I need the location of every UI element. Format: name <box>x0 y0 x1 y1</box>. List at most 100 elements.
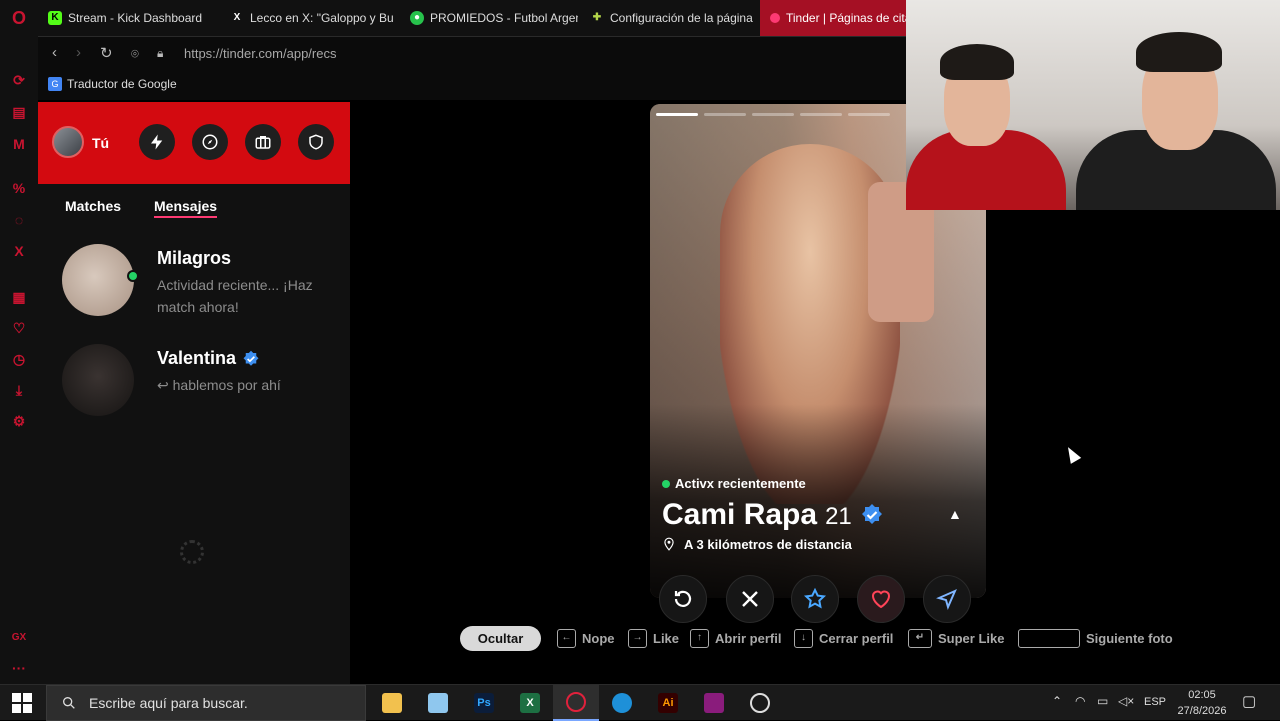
hint-label: Siguiente foto <box>1086 631 1173 646</box>
heart-icon[interactable]: ♡ <box>9 318 29 338</box>
bookmark-translate[interactable]: G Traductor de Google <box>48 77 177 91</box>
rewind-button[interactable] <box>659 575 707 623</box>
my-profile-label[interactable]: Tú <box>92 135 109 151</box>
super-like-button[interactable] <box>791 575 839 623</box>
messenger-icon[interactable]: M <box>9 134 29 154</box>
x-icon[interactable]: X <box>9 241 29 261</box>
arrow-down-key-icon: ↓ <box>794 629 813 648</box>
explore-button[interactable] <box>192 124 228 160</box>
loading-spinner <box>180 540 204 564</box>
windows-start-icon[interactable] <box>12 693 32 713</box>
tab-kick[interactable]: K Stream - Kick Dashboard <box>38 0 218 36</box>
safety-button[interactable] <box>298 124 334 160</box>
folder-icon <box>382 693 402 713</box>
location-pin-icon[interactable]: ⌾ <box>131 46 139 62</box>
hint-label: Nope <box>582 631 615 646</box>
tab-label: Tinder | Páginas de cita <box>786 11 906 25</box>
notifications-icon[interactable]: ▢ <box>1242 692 1256 710</box>
whatsapp-icon[interactable]: ◌ <box>9 210 29 230</box>
tab-tinder[interactable]: Tinder | Páginas de cita <box>760 0 906 36</box>
tab-label: Stream - Kick Dashboard <box>68 11 203 25</box>
url-field[interactable]: https://tinder.com/app/recs <box>184 46 336 61</box>
battery-icon[interactable]: ▭ <box>1097 694 1108 708</box>
winrar-button[interactable] <box>691 685 737 721</box>
hint-label: Abrir perfil <box>715 631 782 646</box>
conversation-milagros[interactable]: Milagros Actividad reciente... ¡Haz matc… <box>38 238 350 328</box>
illustrator-button[interactable]: Ai <box>645 685 691 721</box>
illustrator-icon: Ai <box>658 693 678 713</box>
nope-button[interactable] <box>726 575 774 623</box>
rewind-icon <box>674 590 692 607</box>
settings-icon[interactable]: ⚙ <box>9 411 29 431</box>
lightning-icon <box>151 134 163 150</box>
hint-next-photo: Siguiente foto <box>1018 629 1173 648</box>
notes-app-button[interactable] <box>415 685 461 721</box>
obs-button[interactable] <box>737 685 783 721</box>
avatar <box>62 344 134 416</box>
language-indicator[interactable]: ESP <box>1144 696 1166 708</box>
gx-icon[interactable]: GX <box>9 628 29 648</box>
tab-x[interactable]: X Lecco en X: "Galoppo y Bu <box>220 0 398 36</box>
opera-logo-icon[interactable]: O <box>9 8 29 28</box>
photo-indicator[interactable] <box>704 113 746 116</box>
hint-label: Super Like <box>938 631 1005 646</box>
photo-indicator[interactable] <box>752 113 794 116</box>
arrow-up-key-icon: ↑ <box>690 629 709 648</box>
opera-gx-button[interactable] <box>553 685 599 721</box>
shield-icon <box>309 134 323 150</box>
workspaces-icon[interactable]: ▦ <box>9 287 29 307</box>
lock-icon[interactable]: 🔒︎ <box>157 46 163 61</box>
reload-icon[interactable]: ↻ <box>100 44 113 62</box>
opera-sidebar: O ⟳ ▤ M % ◌ X ▦ ♡ ◷ ⤓ ⚙ GX ··· <box>0 0 38 684</box>
percent-icon[interactable]: % <box>9 178 29 198</box>
boost-button[interactable] <box>139 124 175 160</box>
work-button[interactable] <box>245 124 281 160</box>
mute-icon[interactable]: ◁× <box>1118 694 1134 708</box>
tab-promiedos[interactable]: ● PROMIEDOS - Futbol Argen <box>400 0 578 36</box>
excel-icon: X <box>520 693 540 713</box>
more-icon[interactable]: ··· <box>9 658 29 678</box>
profile-name-row: Cami Rapa 21 <box>662 498 884 532</box>
tinder-header: Tú <box>38 102 350 184</box>
avatar[interactable] <box>52 126 84 158</box>
clock[interactable]: 02:05 27/8/2026 <box>1172 687 1232 719</box>
google-translate-icon: G <box>48 77 62 91</box>
taskbar-search[interactable]: Escribe aquí para buscar. <box>46 685 366 721</box>
verified-badge-icon <box>861 504 882 524</box>
photo-indicator[interactable] <box>656 113 698 116</box>
conversation-name: Milagros <box>157 248 232 268</box>
streamer-right-hair <box>1136 32 1222 72</box>
bookmarks-bar: G Traductor de Google <box>38 70 906 100</box>
history-icon[interactable]: ◷ <box>9 349 29 369</box>
hint-close-profile: ↓ Cerrar perfil <box>794 629 893 648</box>
edge-button[interactable] <box>599 685 645 721</box>
back-icon[interactable]: ‹ <box>52 44 57 61</box>
tab-bar: K Stream - Kick Dashboard X Lecco en X: … <box>38 0 906 36</box>
tinder-tabs: Matches Mensajes <box>38 184 350 234</box>
like-button[interactable] <box>857 575 905 623</box>
chevron-up-icon[interactable]: ⌃ <box>1052 694 1062 708</box>
send-button[interactable] <box>923 575 971 623</box>
crypto-wallet-icon[interactable]: ▤ <box>9 102 29 122</box>
tab-label: Configuración de la página <box>610 11 753 25</box>
enter-key-icon: ↵ <box>908 629 932 648</box>
tab-matches[interactable]: Matches <box>65 198 121 214</box>
photo-indicator[interactable] <box>800 113 842 116</box>
compass-icon <box>202 134 218 150</box>
download-icon[interactable]: ⤓ <box>9 380 29 400</box>
hide-hints-button[interactable]: Ocultar <box>460 626 541 651</box>
file-explorer-button[interactable] <box>369 685 415 721</box>
photo-indicator[interactable] <box>848 113 890 116</box>
tab-mensajes[interactable]: Mensajes <box>154 198 218 218</box>
refresh-icon[interactable]: ⟳ <box>9 70 29 90</box>
wifi-icon[interactable]: ◠ <box>1075 694 1085 708</box>
tab-label: PROMIEDOS - Futbol Argen <box>430 11 578 25</box>
spacebar-key-icon <box>1018 629 1080 648</box>
open-profile-arrow-icon[interactable]: ▲ <box>948 506 962 522</box>
search-icon <box>63 697 75 709</box>
conversation-valentina[interactable]: Valentina ↩ hablemos por ahí <box>38 338 350 428</box>
excel-button[interactable]: X <box>507 685 553 721</box>
photoshop-button[interactable]: Ps <box>461 685 507 721</box>
forward-icon[interactable]: › <box>76 44 81 61</box>
tab-configuracion[interactable]: ✚ Configuración de la página <box>580 0 756 36</box>
